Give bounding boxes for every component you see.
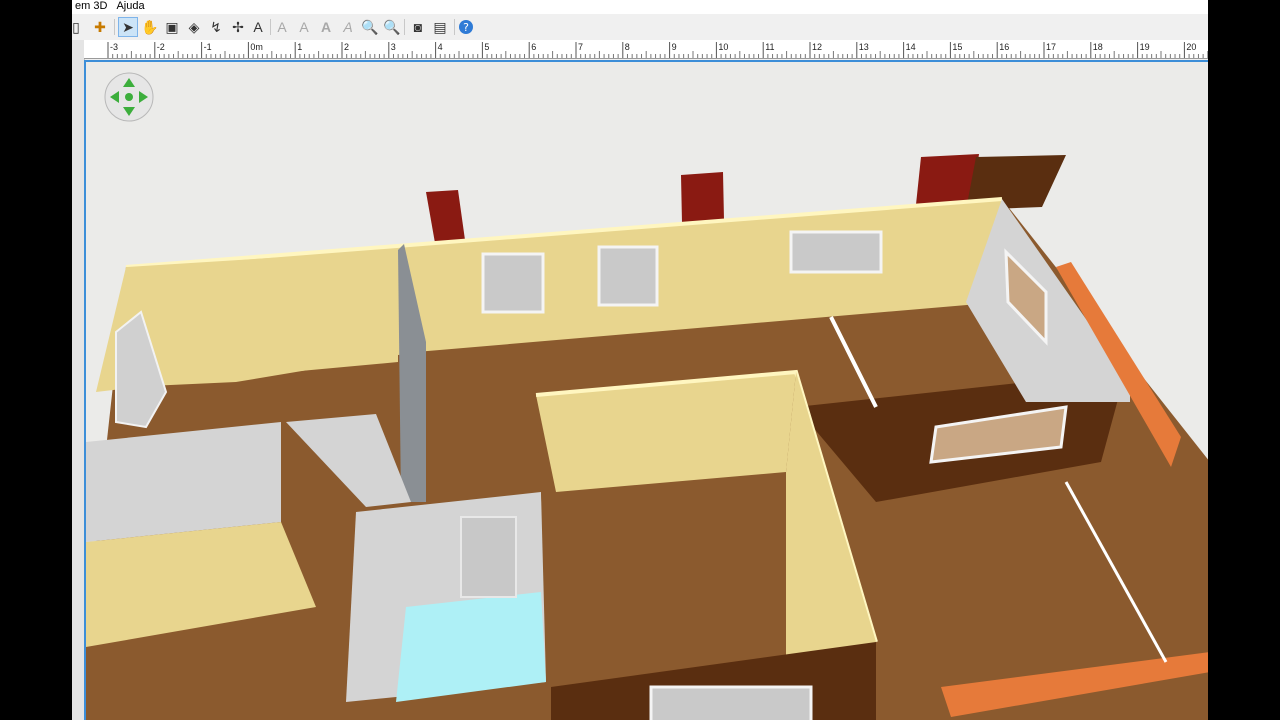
ruler-label: 16 xyxy=(999,42,1009,52)
center-icon[interactable] xyxy=(125,93,133,101)
menu-3d-view[interactable]: em 3D xyxy=(72,0,110,13)
decrease-text-icon[interactable]: A xyxy=(294,17,314,37)
add-text-icon[interactable]: A xyxy=(248,17,268,37)
create-photo-icon[interactable]: ◙ xyxy=(408,17,428,37)
toolbar: ▯ ✚ ➤ ✋ ▣ ◈ ↯ ✢ A A A A A 🔍 🔍 ◙ ▤ ? xyxy=(72,14,1208,41)
ruler-label: 2 xyxy=(344,42,349,52)
front-window xyxy=(649,685,813,720)
ruler-label: 7 xyxy=(578,42,583,52)
bold-text-icon[interactable]: A xyxy=(316,17,336,37)
svg-text:?: ? xyxy=(463,21,469,34)
chimney-2 xyxy=(681,172,724,223)
ruler-label: 15 xyxy=(952,42,962,52)
ruler-label: 5 xyxy=(484,42,489,52)
3d-view[interactable] xyxy=(84,60,1208,720)
ruler-label: -1 xyxy=(204,42,212,52)
ruler-label: 0m xyxy=(250,42,263,52)
create-video-icon[interactable]: ▤ xyxy=(430,17,450,37)
toolbar-separator xyxy=(114,19,115,35)
select-arrow-icon[interactable]: ➤ xyxy=(118,17,138,37)
ruler-label: 3 xyxy=(391,42,396,52)
left-bedroom-wall-gray xyxy=(86,422,281,542)
create-polylines-icon[interactable]: ↯ xyxy=(206,17,226,37)
toolbar-separator xyxy=(454,19,455,35)
ruler-label: 4 xyxy=(438,42,443,52)
ruler-label: 20 xyxy=(1186,42,1196,52)
create-walls-icon[interactable]: ◈ xyxy=(184,17,204,37)
create-rooms-icon[interactable]: ▣ xyxy=(162,17,182,37)
application-window: em 3D Ajuda ▯ ✚ ➤ ✋ ▣ ◈ ↯ ✢ A A A A A 🔍 … xyxy=(72,0,1208,720)
ruler-label: 18 xyxy=(1093,42,1103,52)
menu-bar: em 3D Ajuda xyxy=(72,0,1208,14)
ruler-label: 17 xyxy=(1046,42,1056,52)
chimney-1 xyxy=(426,190,465,243)
back-window-1 xyxy=(481,252,545,314)
ruler-label: 10 xyxy=(718,42,728,52)
create-dimensions-icon[interactable]: ✢ xyxy=(228,17,248,37)
navigation-arrows-widget[interactable] xyxy=(104,72,154,122)
house-3d-model[interactable] xyxy=(86,62,1208,720)
ruler-label: 6 xyxy=(531,42,536,52)
ruler-label: 13 xyxy=(859,42,869,52)
page-icon[interactable]: ▯ xyxy=(72,17,86,37)
ruler-label: 1 xyxy=(297,42,302,52)
increase-text-icon[interactable]: A xyxy=(272,17,292,37)
back-window-2 xyxy=(597,245,659,307)
horizontal-ruler: -3 -2 -1 0m 1 2 3 4 5 6 7 8 9 10 11 12 13 14 15 16 17 18 19 20 xyxy=(84,40,1208,59)
help-icon[interactable]: ? xyxy=(456,17,476,37)
add-furniture-icon[interactable]: ✚ xyxy=(90,17,110,37)
ruler-label: 14 xyxy=(906,42,916,52)
zoom-out-icon[interactable]: 🔍 xyxy=(382,17,402,37)
ruler-label: 12 xyxy=(812,42,822,52)
zoom-in-icon[interactable]: 🔍 xyxy=(360,17,380,37)
italic-text-icon[interactable]: A xyxy=(338,17,358,37)
ruler-label: 19 xyxy=(1140,42,1150,52)
back-window-3 xyxy=(789,230,883,274)
ruler-label: 9 xyxy=(672,42,677,52)
ruler-label: 8 xyxy=(625,42,630,52)
toolbar-separator xyxy=(270,19,271,35)
ruler-label: -3 xyxy=(110,42,118,52)
toolbar-separator xyxy=(404,19,405,35)
bathroom-door xyxy=(460,516,517,598)
ruler-scale: -3 -2 -1 0m 1 2 3 4 5 6 7 8 9 10 11 12 13 14 15 16 17 18 19 20 xyxy=(107,42,1208,58)
ruler-label: 11 xyxy=(765,42,774,52)
ruler-label: -2 xyxy=(157,42,165,52)
pan-hand-icon[interactable]: ✋ xyxy=(140,17,160,37)
menu-help[interactable]: Ajuda xyxy=(113,0,147,13)
